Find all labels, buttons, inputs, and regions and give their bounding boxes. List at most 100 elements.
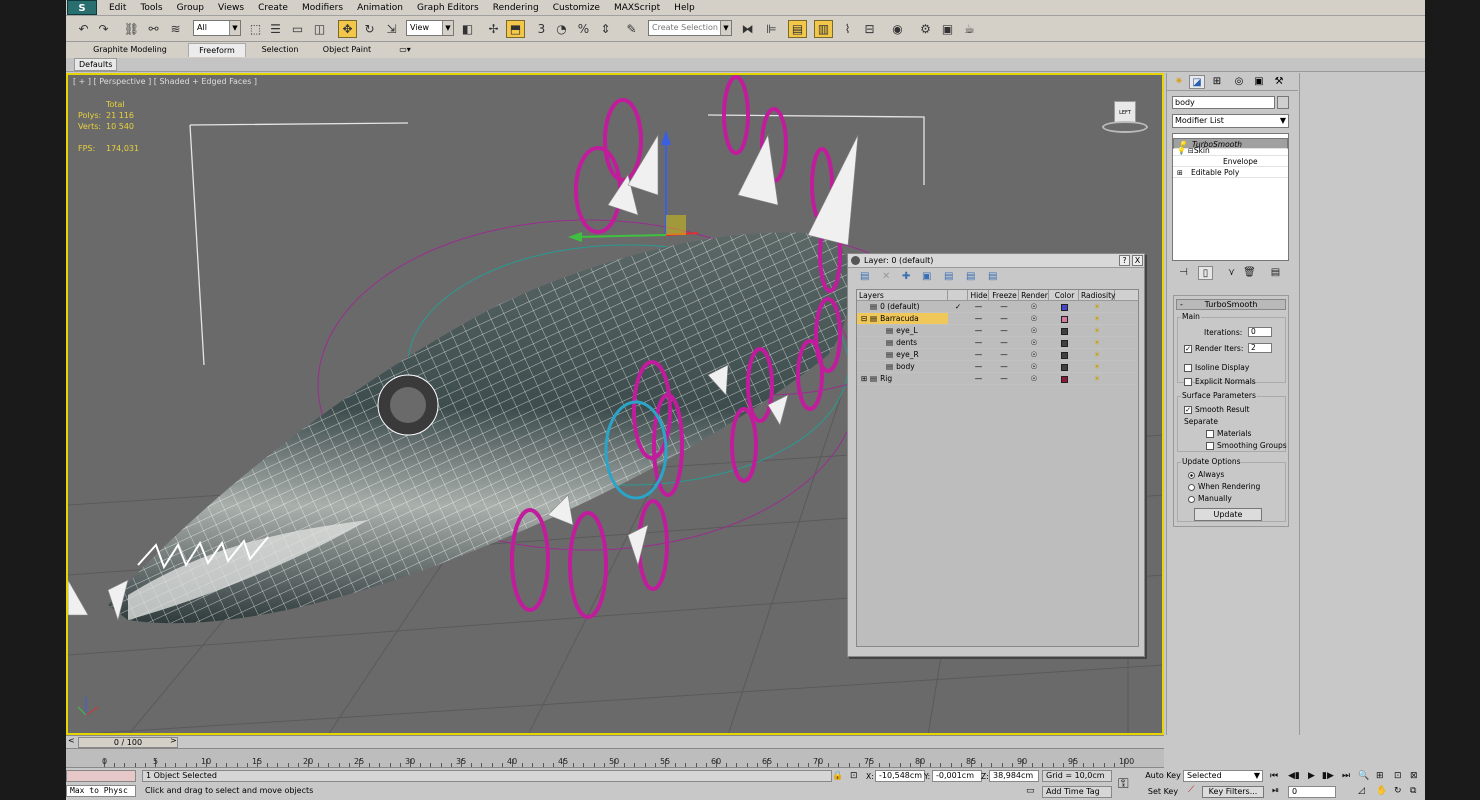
when-rendering-radio-button[interactable]	[1188, 483, 1195, 491]
zoom-extents-icon[interactable]: ⊡	[1394, 771, 1402, 781]
layer-row[interactable]: ▤ eye_R — — ☉ ☀	[857, 349, 1138, 361]
render-toggle[interactable]: ☉	[1019, 313, 1049, 324]
next-frame-icon[interactable]: ▮▶	[1322, 771, 1334, 781]
hide-toggle[interactable]: —	[968, 301, 989, 312]
render-toggle[interactable]: ☉	[1019, 301, 1049, 312]
radiosity-toggle[interactable]: ☀	[1079, 325, 1115, 336]
active-layer-check[interactable]	[948, 325, 968, 336]
col-hide[interactable]: Hide	[968, 290, 989, 300]
layer-name-cell[interactable]: ▤ eye_L	[857, 325, 948, 336]
modifier-list-dropdown[interactable]: Modifier List ▼	[1172, 114, 1289, 128]
display-tab-icon[interactable]: ▣	[1251, 75, 1267, 89]
graphite-toggle-icon[interactable]: ▥	[814, 20, 833, 38]
render-toggle[interactable]: ☉	[1019, 373, 1049, 384]
spinner-snap-icon[interactable]: ⇕	[596, 20, 615, 38]
remove-modifier-icon[interactable]: 🗑	[1242, 266, 1257, 280]
menu-edit[interactable]: Edit	[102, 2, 133, 14]
menu-rendering[interactable]: Rendering	[486, 2, 546, 14]
highlight-selected-layer-icon[interactable]: ▤	[944, 271, 953, 282]
key-icon[interactable]: ⚿	[1118, 776, 1129, 792]
layer-row[interactable]: ▤ body — — ☉ ☀	[857, 361, 1138, 373]
layer-color-swatch[interactable]	[1049, 325, 1079, 336]
menu-tools[interactable]: Tools	[133, 2, 169, 14]
active-layer-check[interactable]	[948, 313, 968, 324]
layer-manager-icon[interactable]: ▤	[788, 20, 807, 38]
smoothing-groups-checkbox[interactable]	[1206, 442, 1214, 450]
redo-icon[interactable]: ↷	[94, 20, 113, 38]
layer-dialog-titlebar[interactable]: Layer: 0 (default) ? X	[848, 254, 1144, 268]
select-and-link-icon[interactable]: ⛓	[122, 20, 141, 38]
always-radio[interactable]: Always	[1188, 470, 1224, 480]
modify-tab-icon[interactable]: ◪	[1189, 75, 1205, 89]
time-slider[interactable]: < 0 / 100 >	[66, 735, 1164, 748]
snaps-toggle-icon[interactable]: 3	[532, 20, 551, 38]
prev-frame-icon[interactable]: <	[68, 736, 75, 745]
modifier-stack-item[interactable]: Envelope	[1173, 156, 1288, 167]
pan-icon[interactable]: ✋	[1376, 786, 1387, 796]
defaults-panel[interactable]: Defaults	[74, 58, 118, 71]
layer-row[interactable]: ▤ eye_L — — ☉ ☀	[857, 325, 1138, 337]
layer-row[interactable]: ▤ 0 (default) ✓ — — ☉ ☀	[857, 301, 1138, 313]
turbosmooth-rollout-header[interactable]: - TurboSmooth	[1176, 299, 1286, 310]
select-manipulate-icon[interactable]: ✢	[484, 20, 503, 38]
render-toggle[interactable]: ☉	[1019, 325, 1049, 336]
key-filters-button[interactable]: Key Filters...	[1202, 786, 1264, 798]
hide-toggle[interactable]: —	[968, 313, 989, 324]
hide-toggle[interactable]: —	[968, 349, 989, 360]
smooth-result-checkbox[interactable]: ✓	[1184, 406, 1192, 414]
go-to-end-icon[interactable]: ⏭	[1342, 771, 1350, 781]
active-layer-check[interactable]: ✓	[948, 301, 968, 312]
material-editor-icon[interactable]: ◉	[888, 20, 907, 38]
show-end-result-icon[interactable]: ▯	[1198, 266, 1213, 280]
hide-all-layers-icon[interactable]: ▤	[966, 271, 975, 282]
x-coordinate-field[interactable]: -10,548cm	[875, 770, 925, 782]
hide-toggle[interactable]: —	[968, 325, 989, 336]
close-button[interactable]: X	[1132, 255, 1143, 266]
tab-object-paint[interactable]: Object Paint	[318, 43, 376, 57]
hide-toggle[interactable]: —	[968, 361, 989, 372]
layer-color-swatch[interactable]	[1049, 349, 1079, 360]
render-iters-checkbox[interactable]: ✓	[1184, 345, 1192, 353]
always-radio-button[interactable]	[1188, 471, 1195, 479]
layer-color-swatch[interactable]	[1049, 301, 1079, 312]
y-coordinate-field[interactable]: -0,001cm	[932, 770, 982, 782]
delete-layer-icon[interactable]: ✕	[882, 271, 890, 282]
object-color-swatch[interactable]	[1277, 96, 1289, 109]
pin-stack-icon[interactable]: ⊣	[1176, 266, 1191, 280]
freeze-toggle[interactable]: —	[989, 349, 1019, 360]
render-production-icon[interactable]: ☕	[960, 20, 979, 38]
time-tag-icon[interactable]: ▭	[1026, 786, 1035, 796]
layer-name-cell[interactable]: ▤ eye_R	[857, 349, 948, 360]
percent-snap-icon[interactable]: %	[574, 20, 593, 38]
render-iters-row[interactable]: ✓ Render Iters:	[1184, 344, 1243, 354]
layer-color-swatch[interactable]	[1049, 373, 1079, 384]
explicit-normals-row[interactable]: Explicit Normals	[1184, 377, 1256, 387]
active-layer-check[interactable]	[948, 361, 968, 372]
select-object-icon[interactable]: ⬚	[246, 20, 265, 38]
layer-color-swatch[interactable]	[1049, 361, 1079, 372]
menu-maxscript[interactable]: MAXScript	[607, 2, 667, 14]
render-toggle[interactable]: ☉	[1019, 361, 1049, 372]
create-tab-icon[interactable]: ✷	[1171, 75, 1187, 89]
render-iters-spinner[interactable]: 2	[1248, 343, 1272, 353]
hide-toggle[interactable]: —	[968, 373, 989, 384]
select-and-rotate-icon[interactable]: ↻	[360, 20, 379, 38]
modifier-stack-item[interactable]: ⊞ Editable Poly	[1173, 167, 1288, 178]
freeze-toggle[interactable]: —	[989, 313, 1019, 324]
active-layer-check[interactable]	[948, 349, 968, 360]
reference-coordinate-dropdown[interactable]: View ▼	[406, 20, 454, 36]
freeze-toggle[interactable]: —	[989, 325, 1019, 336]
materials-checkbox[interactable]	[1206, 430, 1214, 438]
layer-row[interactable]: ⊞ ▤ Rig — — ☉ ☀	[857, 373, 1138, 385]
explicit-normals-checkbox[interactable]	[1184, 378, 1192, 386]
mirror-icon[interactable]: ⧓	[738, 20, 757, 38]
render-toggle[interactable]: ☉	[1019, 337, 1049, 348]
menu-animation[interactable]: Animation	[350, 2, 410, 14]
time-slider-thumb[interactable]: 0 / 100	[78, 737, 178, 748]
absolute-mode-icon[interactable]: ⊡	[850, 771, 858, 781]
window-crossing-icon[interactable]: ◫	[310, 20, 329, 38]
active-layer-check[interactable]	[948, 337, 968, 348]
select-objects-in-layer-icon[interactable]: ▣	[922, 271, 931, 282]
play-icon[interactable]: ▶	[1308, 771, 1315, 781]
isoline-checkbox[interactable]	[1184, 364, 1192, 372]
